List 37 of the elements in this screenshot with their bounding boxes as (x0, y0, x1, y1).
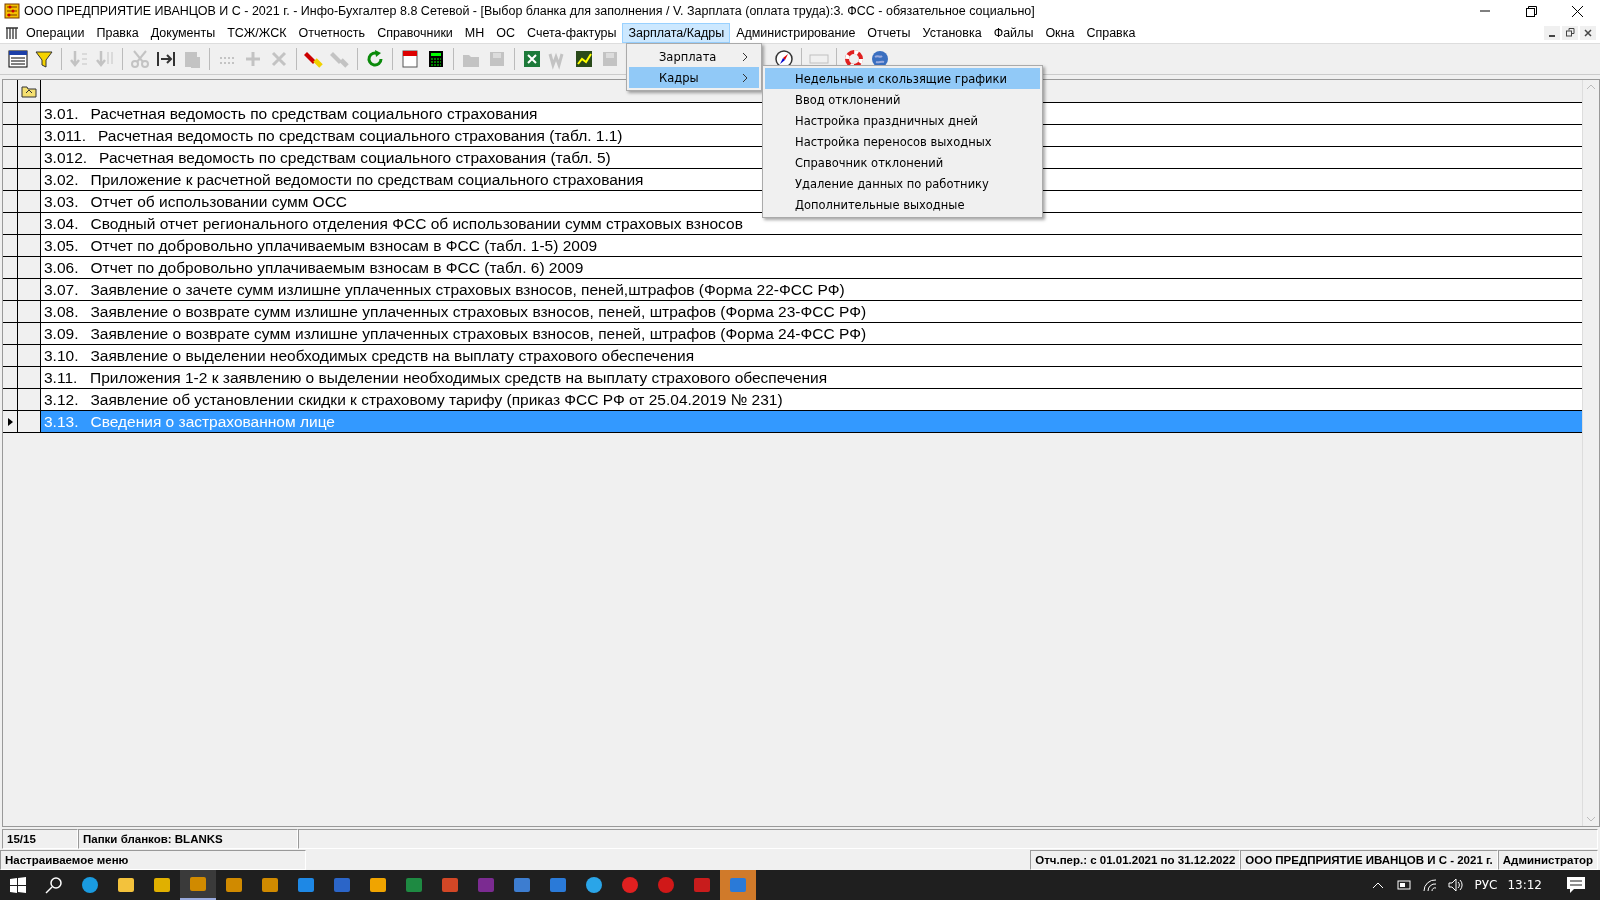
form-title: Отчет по добровольно уплачиваемым взносам в ФСС (табл. 6) 2009 (90, 258, 584, 277)
form-code: 3.09. (44, 324, 79, 343)
form-title: Сведения о застрахованном лице (90, 412, 335, 431)
form-code: 3.04. (44, 214, 79, 233)
form-code: 3.08. (44, 302, 79, 321)
form-code: 3.12. (44, 390, 79, 409)
form-title: Расчетная ведомость по средствам социального страхования (табл. 1.1) (97, 126, 623, 145)
window-title: ООО ПРЕДПРИЯТИЕ ИВАНЦОВ И С - 2021 г. - Инфо-Бухгалтер 8.8 Сетевой - [Выбор бланка для заполнения / V. Зарплата (оплата труда):3. ФСС - обязательное социально] (23, 4, 1036, 18)
record-count: 15/15 (2, 829, 78, 849)
form-code: 3.05. (44, 236, 79, 255)
form-code: 3.011. (44, 126, 86, 145)
form-title: Приложение к расчетной ведомости по средствам социального страхования (90, 170, 644, 189)
form-code: 3.13. (44, 412, 79, 431)
form-code: 3.012. (44, 148, 88, 167)
status-text: Папки бланков: BLANKS (78, 829, 298, 849)
form-title: Расчетная ведомость по средствам социального страхования (90, 104, 538, 123)
form-title: Заявление о зачете сумм излишне уплаченных страховых взносов, пеней,штрафов (Форма 22-ФСС РФ) (90, 280, 845, 299)
form-title: Заявление об установлении скидки к страховому тарифу (приказ ФСС РФ от 25.04.2019 № 231) (90, 390, 783, 409)
form-title: Заявление о возврате сумм излишне уплаченных страховых взносов, пеней, штрафов (Форма 24-ФСС РФ) (90, 324, 867, 343)
form-code: 3.03. (44, 192, 79, 211)
form-code: 3.11. (44, 368, 78, 387)
status-text: Администратор (1497, 850, 1598, 870)
status-text: ООО ПРЕДПРИЯТИЕ ИВАНЦОВ И С - 2021 г. (1240, 850, 1498, 870)
form-title: Заявление о возврате сумм излишне уплаченных страховых взносов, пеней, штрафов (Форма 23-ФСС РФ) (90, 302, 867, 321)
status-text: Настраиваемое меню (0, 850, 306, 870)
form-title: Отчет об использовании сумм ОСС (90, 192, 348, 211)
form-title: Сводный отчет регионального отделения ФСС об использовании сумм страховых взносов (90, 214, 743, 233)
form-code: 3.10. (44, 346, 79, 365)
form-code: 3.02. (44, 170, 79, 189)
form-code: 3.06. (44, 258, 79, 277)
form-code: 3.07. (44, 280, 79, 299)
status-text: Отч.пер.: с 01.01.2021 по 31.12.2022 (1030, 850, 1241, 870)
form-title: Расчетная ведомость по средствам социального страхования (табл. 5) (99, 148, 611, 167)
form-title: Приложения 1-2 к заявлению о выделении необходимых средств на выплату страхового обеспечения (90, 368, 828, 387)
form-code: 3.01. (44, 104, 79, 123)
form-title: Отчет по добровольно уплачиваемым взносам в ФСС (табл. 1-5) 2009 (90, 236, 598, 255)
form-title: Заявление о выделении необходимых средств на выплату страхового обеспечения (90, 346, 695, 365)
